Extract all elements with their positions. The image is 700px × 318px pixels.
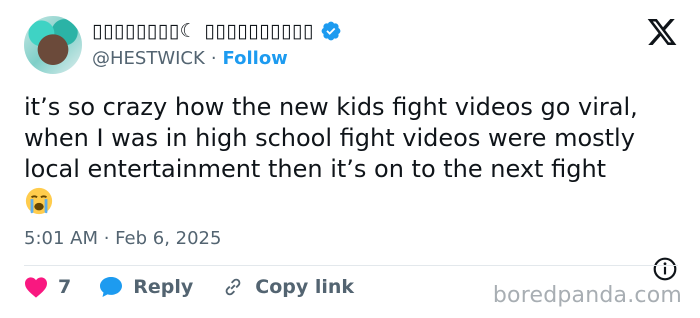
loudly-crying-face-icon [25, 187, 53, 215]
like-count: 7 [58, 276, 72, 298]
copy-link-label: Copy link [255, 276, 355, 298]
divider [24, 265, 678, 266]
verified-badge-icon [321, 21, 341, 41]
tweet-timestamp[interactable]: 5:01 AM · Feb 6, 2025 [24, 228, 221, 249]
action-bar: 7 Reply Copy link [24, 276, 382, 298]
display-name[interactable]: ▯▯▯▯▯▯▯▯☾ ▯▯▯▯▯▯▯▯▯▯ [92, 20, 314, 42]
watermark: boredpanda.com [492, 283, 682, 308]
x-logo-icon[interactable] [646, 16, 678, 48]
reply-button[interactable]: Reply [99, 276, 193, 298]
author-name-row: ▯▯▯▯▯▯▯▯☾ ▯▯▯▯▯▯▯▯▯▯ [92, 20, 342, 42]
handle-row: @HESTWICK · Follow [92, 48, 288, 69]
copy-link-button[interactable]: Copy link [221, 276, 354, 298]
author-handle[interactable]: @HESTWICK [92, 48, 205, 69]
tweet-text: it’s so crazy how the new kids fight vid… [24, 93, 638, 183]
link-icon [225, 278, 241, 296]
avatar[interactable] [24, 16, 82, 74]
follow-button[interactable]: Follow [223, 48, 288, 69]
reply-bubble-icon [100, 277, 123, 297]
heart-icon [25, 277, 47, 298]
handle-separator: · [210, 48, 217, 69]
like-button[interactable]: 7 [24, 276, 71, 298]
reply-label: Reply [133, 276, 194, 298]
info-icon[interactable] [652, 256, 678, 282]
